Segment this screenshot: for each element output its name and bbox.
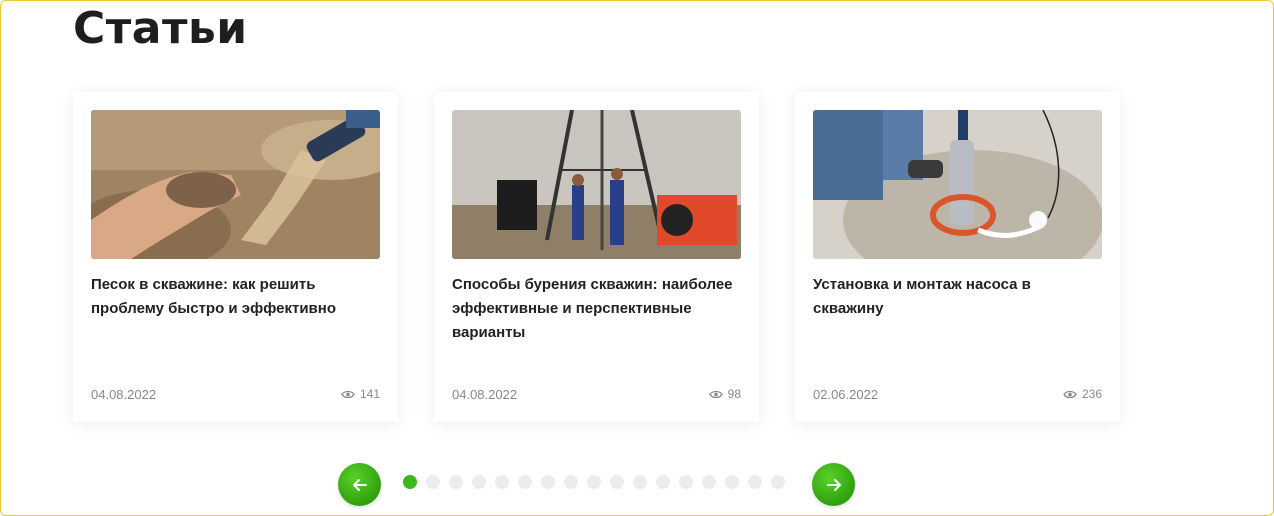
article-date: 04.08.2022 [452, 387, 518, 402]
article-image[interactable] [91, 110, 380, 259]
article-date: 02.06.2022 [813, 387, 879, 402]
prev-button[interactable] [338, 463, 381, 506]
eye-icon [341, 390, 355, 398]
article-card[interactable]: Песок в скважине: как решить проблему бы… [73, 92, 398, 422]
views-count: 236 [1081, 387, 1102, 401]
arrow-left-icon [352, 478, 367, 491]
section-title: Статьи [73, 3, 248, 54]
next-button[interactable] [812, 463, 855, 506]
pagination-dot[interactable] [656, 475, 670, 489]
pagination-dot[interactable] [587, 475, 601, 489]
pagination-dot[interactable] [403, 475, 417, 489]
pagination-dot[interactable] [725, 475, 739, 489]
article-views: 236 [1063, 387, 1102, 401]
pagination-dot[interactable] [541, 475, 555, 489]
article-views: 98 [708, 387, 741, 401]
eye-icon [1063, 390, 1077, 398]
pagination-dot[interactable] [702, 475, 716, 489]
pagination-dot[interactable] [679, 475, 693, 489]
pagination-dot[interactable] [748, 475, 762, 489]
article-card[interactable]: Установка и монтаж насоса в скважину 02.… [795, 92, 1120, 422]
pagination-dot[interactable] [518, 475, 532, 489]
views-count: 141 [359, 387, 380, 401]
pagination-dot[interactable] [610, 475, 624, 489]
pagination-dot[interactable] [495, 475, 509, 489]
article-title[interactable]: Способы бурения скважин: наиболее эффект… [452, 273, 741, 345]
article-image[interactable] [813, 110, 1102, 259]
article-title[interactable]: Песок в скважине: как решить проблему бы… [91, 273, 380, 321]
eye-icon [708, 390, 723, 398]
pagination-dot[interactable] [564, 475, 578, 489]
views-count: 98 [727, 387, 741, 401]
pagination-dot[interactable] [771, 475, 785, 489]
article-views: 141 [341, 387, 380, 401]
article-card[interactable]: Способы бурения скважин: наиболее эффект… [434, 92, 759, 422]
pagination-dot[interactable] [472, 475, 486, 489]
article-title[interactable]: Установка и монтаж насоса в скважину [813, 273, 1102, 321]
pagination-dot[interactable] [449, 475, 463, 489]
articles-section: Статьи Песок в скважине: как решить проб… [0, 0, 1274, 516]
article-image[interactable] [452, 110, 741, 259]
pagination-dot[interactable] [633, 475, 647, 489]
article-date: 04.08.2022 [91, 387, 157, 402]
arrow-right-icon [826, 478, 841, 491]
slider-pagination [403, 475, 785, 489]
pagination-dot[interactable] [426, 475, 440, 489]
